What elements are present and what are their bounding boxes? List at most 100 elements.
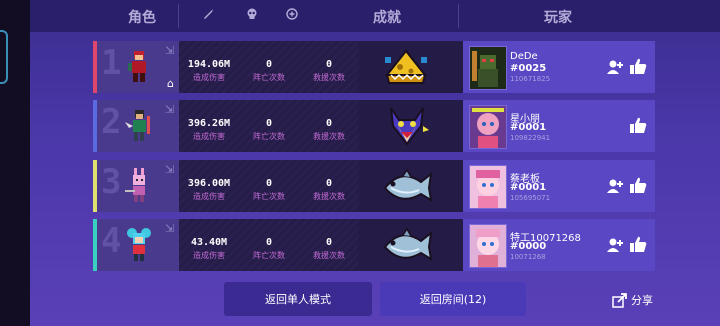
add-friend-icon[interactable] — [607, 59, 623, 75]
deaths-label: 阵亡次数 — [253, 192, 285, 201]
player-uid: 110671825 — [510, 75, 551, 83]
character-cell: 4 ⇲ — [97, 219, 179, 271]
stats-cell: 43.40M 造成伤害 0 阵亡次数 0 救援次数 — [179, 219, 359, 271]
add-friend-icon[interactable] — [607, 178, 623, 194]
cheese-monster-icon[interactable] — [383, 45, 429, 89]
share-icon — [612, 293, 627, 308]
deaths-stat: 0 阵亡次数 — [239, 41, 299, 83]
character-cell: 2 ⇲ — [97, 100, 179, 152]
rescues-label: 救援次数 — [313, 192, 345, 201]
character-sprite — [125, 168, 145, 202]
back-room-button[interactable]: 返回房间(12) — [380, 282, 526, 316]
player-id: #0001 — [510, 182, 547, 193]
damage-label: 造成伤害 — [193, 73, 225, 82]
achievement-cell — [359, 100, 469, 152]
player-cell: 特工10071268 #0000 10071268 — [463, 219, 655, 271]
player-cell: DeDe #0025 110671825 — [463, 41, 655, 93]
home-icon: ⌂ — [167, 77, 174, 90]
header-role: 角色 — [128, 10, 156, 26]
rescues-stat: 0 救援次数 — [299, 160, 359, 202]
stats-cell: 194.06M 造成伤害 0 阵亡次数 0 救援次数 — [179, 41, 359, 93]
deaths-label: 阵亡次数 — [253, 73, 285, 82]
player-uid: 10071268 — [510, 253, 546, 261]
stats-cell: 396.00M 造成伤害 0 阵亡次数 0 救援次数 — [179, 160, 359, 212]
damage-label: 造成伤害 — [193, 132, 225, 141]
player-avatar[interactable] — [469, 224, 507, 268]
character-cell: 1 ⇲ ⌂ — [97, 41, 179, 93]
damage-stat: 43.40M 造成伤害 — [179, 219, 239, 261]
thumbs-up-icon[interactable] — [629, 176, 647, 194]
deaths-label: 阵亡次数 — [253, 251, 285, 260]
rescues-value: 0 — [325, 237, 333, 248]
rescues-label: 救援次数 — [313, 73, 345, 82]
ranking-row: 4 ⇲ 43.40M 造成伤害 0 阵亡次数 0 救援次数 特工10071268 #0… — [93, 219, 655, 271]
expand-icon: ⇲ — [165, 44, 175, 57]
rescues-stat: 0 救援次数 — [299, 100, 359, 142]
rank-number: 2 — [101, 102, 122, 142]
deaths-stat: 0 阵亡次数 — [239, 100, 299, 142]
share-button[interactable]: 分享 — [612, 292, 653, 308]
add-friend-icon[interactable] — [607, 237, 623, 253]
deaths-stat: 0 阵亡次数 — [239, 219, 299, 261]
thumbs-up-icon[interactable] — [629, 116, 647, 134]
rank-number: 3 — [101, 162, 122, 202]
rescues-value: 0 — [325, 178, 333, 189]
damage-label: 造成伤害 — [193, 192, 225, 201]
player-cell: 星小朋 #0001 109822941 — [463, 100, 655, 152]
fish-icon[interactable] — [381, 166, 433, 206]
character-sprite — [127, 228, 151, 261]
rescues-label: 救援次数 — [313, 132, 345, 141]
stats-cell: 396.26M 造成伤害 0 阵亡次数 0 救援次数 — [179, 100, 359, 152]
rescues-value: 0 — [325, 59, 333, 70]
deaths-stat: 0 阵亡次数 — [239, 160, 299, 202]
rank-number: 1 — [101, 43, 122, 83]
table-header: 角色 成就 玩家 — [30, 0, 720, 32]
player-id: #0001 — [510, 122, 547, 133]
header-player: 玩家 — [544, 10, 572, 26]
character-cell: 3 ⇲ — [97, 160, 179, 212]
damage-value: 43.40M — [190, 237, 228, 248]
player-avatar[interactable] — [469, 46, 507, 90]
header-divider — [458, 4, 459, 28]
edge-notch — [0, 30, 8, 84]
ranking-row: 1 ⇲ ⌂ 194.06M 造成伤害 0 阵亡次数 0 救援次数 DeDe #0025… — [93, 41, 655, 93]
player-avatar[interactable] — [469, 165, 507, 209]
header-divider — [178, 4, 179, 28]
player-uid: 105695071 — [510, 194, 551, 202]
skull-icon — [246, 8, 258, 24]
sword-icon — [202, 8, 214, 24]
damage-value: 396.26M — [187, 118, 231, 129]
back-single-mode-button[interactable]: 返回单人模式 — [224, 282, 372, 316]
character-sprite — [125, 110, 150, 141]
rescues-label: 救援次数 — [313, 251, 345, 260]
damage-stat: 396.00M 造成伤害 — [179, 160, 239, 202]
damage-value: 396.00M — [187, 178, 231, 189]
deaths-value: 0 — [265, 237, 273, 248]
damage-value: 194.06M — [187, 59, 231, 70]
player-name: DeDe — [510, 51, 538, 62]
deaths-label: 阵亡次数 — [253, 132, 285, 141]
ranking-row: 2 ⇲ 396.26M 造成伤害 0 阵亡次数 0 救援次数 星小朋 #0001 10… — [93, 100, 655, 152]
player-id: #0025 — [510, 63, 547, 74]
thumbs-up-icon[interactable] — [629, 57, 647, 75]
wolf-head-icon[interactable] — [383, 102, 431, 150]
player-id: #0000 — [510, 241, 547, 252]
ranking-row: 3 ⇲ 396.00M 造成伤害 0 阵亡次数 0 救援次数 蔡老板 #0001 10… — [93, 160, 655, 212]
left-edge — [0, 0, 30, 326]
damage-stat: 396.26M 造成伤害 — [179, 100, 239, 142]
rescues-stat: 0 救援次数 — [299, 219, 359, 261]
fish-icon[interactable] — [381, 225, 433, 265]
thumbs-up-icon[interactable] — [629, 235, 647, 253]
expand-icon: ⇲ — [165, 103, 175, 116]
rescues-stat: 0 救援次数 — [299, 41, 359, 83]
share-label: 分享 — [631, 294, 653, 307]
deaths-value: 0 — [265, 118, 273, 129]
header-achievement: 成就 — [373, 10, 401, 26]
rank-number: 4 — [101, 221, 122, 261]
achievement-cell — [359, 219, 469, 271]
player-avatar[interactable] — [469, 105, 507, 149]
expand-icon: ⇲ — [165, 222, 175, 235]
rescues-value: 0 — [325, 118, 333, 129]
player-uid: 109822941 — [510, 134, 551, 142]
achievement-cell — [359, 160, 469, 212]
